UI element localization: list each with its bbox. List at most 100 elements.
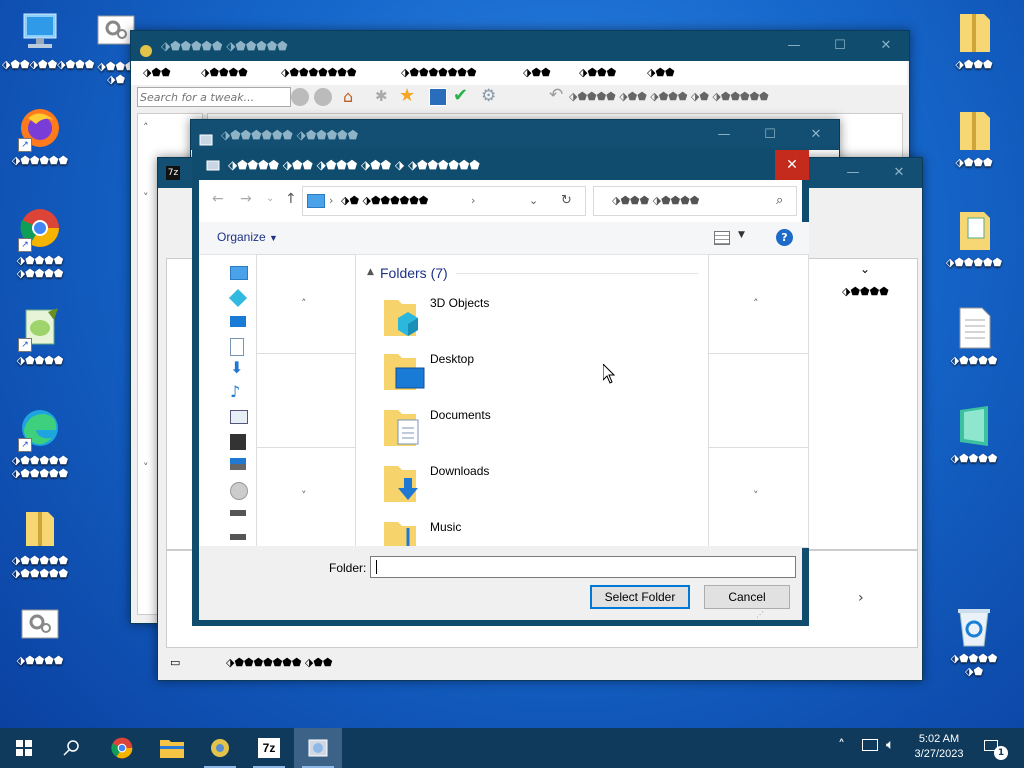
show-hidden-icons[interactable]: ˄ (838, 738, 845, 754)
chevron-down-icon[interactable]: ˅ (753, 489, 759, 502)
folder-item[interactable]: Desktop (384, 352, 704, 408)
menu-item[interactable]: ⬗⬟⬟ (143, 61, 171, 85)
recent-dropdown-icon[interactable]: ⌄ (266, 193, 274, 204)
desktop-icon-zip-2[interactable]: ⬗⬟⬟⬟ (936, 108, 1012, 169)
address-dropdown-icon[interactable]: ⌄ (529, 187, 538, 215)
desktop-icon-app-file[interactable]: ⬗⬟⬟⬟⬟ (936, 404, 1012, 465)
this-pc-icon[interactable] (230, 266, 248, 280)
refresh-icon[interactable]: ↻ (561, 187, 572, 215)
desktop-icon-folder[interactable]: ⬗⬟⬟⬟⬟⬟ ⬗⬟⬟⬟⬟⬟ (2, 506, 78, 580)
desktop-icon-this-pc[interactable]: ⬗⬟⬟⬗⬟⬟⬗⬟⬟⬟ (2, 10, 94, 71)
menu-item[interactable]: ⬗⬟⬟ (523, 61, 551, 85)
network-icon[interactable] (862, 739, 878, 751)
taskbar-7zip[interactable]: 7z (245, 728, 293, 768)
nav-scroll-panel[interactable]: ˄ ˅ (256, 254, 356, 548)
drive-icon[interactable] (230, 510, 246, 516)
cd-drive-icon[interactable] (230, 482, 248, 500)
chevron-up-icon[interactable]: ˄ (301, 297, 307, 310)
documents-icon[interactable] (230, 338, 244, 356)
minimize-button[interactable]: — (771, 31, 817, 61)
taskbar-active-app[interactable] (294, 728, 342, 768)
chevron-down-icon[interactable]: ˅ (143, 191, 149, 204)
desktop-icon-settings-file[interactable]: ⬗⬟⬟⬟⬟ (2, 606, 78, 667)
home-icon[interactable]: ⌂ (343, 87, 353, 106)
help-icon[interactable]: ? (776, 229, 793, 246)
desktop-icon-edge[interactable]: ↗ ⬗⬟⬟⬟⬟⬟ ⬗⬟⬟⬟⬟⬟ (2, 406, 78, 480)
folder-item[interactable]: Music (384, 520, 704, 546)
maximize-button[interactable]: ☐ (747, 120, 793, 150)
desktop-icon-chrome[interactable]: ↗ ⬗⬟⬟⬟⬟ ⬗⬟⬟⬟⬟ (2, 206, 78, 280)
address-bar[interactable]: › ⬗⬟ ⬗⬟⬟⬟⬟⬟⬟ › ⌄ ↻ (302, 186, 586, 216)
close-button[interactable]: ✕ (876, 158, 922, 188)
menu-item[interactable]: ⬗⬟⬟⬟ (579, 61, 616, 85)
tweak-search-input[interactable] (137, 87, 291, 107)
close-button[interactable]: ✕ (793, 120, 839, 150)
view-options-icon[interactable] (714, 231, 730, 245)
tweak-left-scrollbar[interactable]: ˄ ˅ ˅ (139, 121, 157, 581)
start-button[interactable] (0, 728, 48, 768)
chevron-right-icon[interactable]: › (858, 590, 864, 606)
dialog-search-box[interactable]: ⬗⬟⬟⬟ ⬗⬟⬟⬟⬟ ⌕ (593, 186, 797, 216)
back-arrow-icon[interactable]: ← (212, 191, 224, 207)
chevron-down-icon[interactable]: ˅ (143, 461, 149, 474)
folder-item[interactable]: Documents (384, 408, 704, 464)
select-folder-button[interactable]: Select Folder (590, 585, 690, 609)
up-arrow-icon[interactable]: ↑ (285, 191, 297, 207)
pictures-icon[interactable] (230, 410, 248, 424)
resize-grip-icon[interactable]: ⋰ (756, 610, 764, 619)
desktop-icon[interactable] (230, 316, 246, 327)
desktop-icon-firefox[interactable]: ↗ ⬗⬟⬟⬟⬟⬟ (2, 106, 78, 167)
network-drive-icon[interactable] (230, 458, 246, 470)
dialog-close-button[interactable]: ✕ (775, 150, 809, 180)
menu-item[interactable]: ⬗⬟⬟⬟⬟⬟⬟⬟ (401, 61, 476, 85)
shortcut-icon[interactable] (429, 88, 447, 106)
chevron-up-icon[interactable]: ˄ (753, 297, 759, 310)
volume-icon[interactable]: 🔈︎ (886, 737, 894, 753)
minimize-button[interactable]: — (701, 120, 747, 150)
undo-icon[interactable]: ↶ (549, 85, 563, 105)
star-icon[interactable]: ★ (399, 85, 415, 106)
desktop-icon-recycle-bin[interactable]: ⬗⬟⬟⬟⬟ ⬗⬟ (936, 604, 1012, 678)
music-icon[interactable]: ♪ (230, 384, 246, 400)
videos-icon[interactable] (230, 434, 246, 450)
drive-icon[interactable] (230, 534, 246, 540)
content-scroll-panel[interactable]: ˄ ˅ (708, 254, 809, 548)
maximize-button[interactable]: ☐ (817, 31, 863, 61)
folder-input[interactable] (370, 556, 796, 578)
chevron-up-icon[interactable]: ˄ (143, 121, 149, 134)
folder-item[interactable]: 3D Objects (384, 296, 704, 352)
close-button[interactable]: ✕ (863, 31, 909, 61)
taskbar-tweak-app[interactable] (196, 728, 244, 768)
folder-item[interactable]: Downloads (384, 464, 704, 520)
organize-menu[interactable]: Organize ▼ (217, 230, 278, 244)
forward-arrow-icon[interactable]: → (240, 191, 252, 207)
taskbar-chrome[interactable] (98, 728, 146, 768)
group-collapse-icon[interactable]: ▲ (367, 267, 374, 277)
pin-icon[interactable]: ✱ (375, 87, 388, 105)
gear-icon[interactable]: ⚙ (481, 86, 496, 106)
desktop-icon-doc-folder[interactable]: ⬗⬟⬟⬟⬟⬟ (936, 208, 1012, 269)
clock[interactable]: 5:02 AM 3/27/2023 (906, 732, 972, 762)
desktop-icon-notepadpp[interactable]: ↗ ⬗⬟⬟⬟⬟ (2, 306, 78, 367)
chevron-down-icon[interactable]: ˅ (301, 489, 307, 502)
check-icon[interactable]: ✔ (453, 85, 468, 106)
menu-item[interactable]: ⬗⬟⬟⬟⬟⬟⬟⬟ (281, 61, 356, 85)
back-icon[interactable] (291, 88, 309, 106)
menu-item[interactable]: ⬗⬟⬟⬟⬟ (201, 61, 248, 85)
downloads-icon[interactable]: ⬇ (230, 360, 246, 376)
desktop-icon-zip-1[interactable]: ⬗⬟⬟⬟ (936, 10, 1012, 71)
forward-icon[interactable] (314, 88, 332, 106)
view-dropdown-icon[interactable]: ▼ (738, 230, 745, 240)
taskbar-file-explorer[interactable] (148, 728, 196, 768)
cancel-button[interactable]: Cancel (704, 585, 790, 609)
chevron-down-icon[interactable]: ⌄ (860, 262, 870, 276)
search-button[interactable] (48, 728, 96, 768)
desktop-icon-text-file[interactable]: ⬗⬟⬟⬟⬟ (936, 306, 1012, 367)
mid-window-titlebar[interactable]: ⬗⬟⬟⬟⬟⬟⬟ ⬗⬟⬟⬟⬟⬟ — ☐ ✕ (191, 120, 839, 150)
dialog-titlebar[interactable]: ⬗⬟⬟⬟⬟ ⬗⬟⬟ ⬗⬟⬟⬟ ⬗⬟⬟ ⬗ ⬗⬟⬟⬟⬟⬟⬟ ✕ (192, 150, 809, 180)
folder-name: 3D Objects (430, 296, 490, 310)
tweak-window-titlebar[interactable]: ⬗⬟⬟⬟⬟⬟ ⬗⬟⬟⬟⬟⬟ — ☐ ✕ (131, 31, 909, 61)
menu-item[interactable]: ⬗⬟⬟ (647, 61, 675, 85)
minimize-button[interactable]: — (830, 158, 876, 188)
notification-button[interactable]: 1 (980, 736, 1010, 760)
